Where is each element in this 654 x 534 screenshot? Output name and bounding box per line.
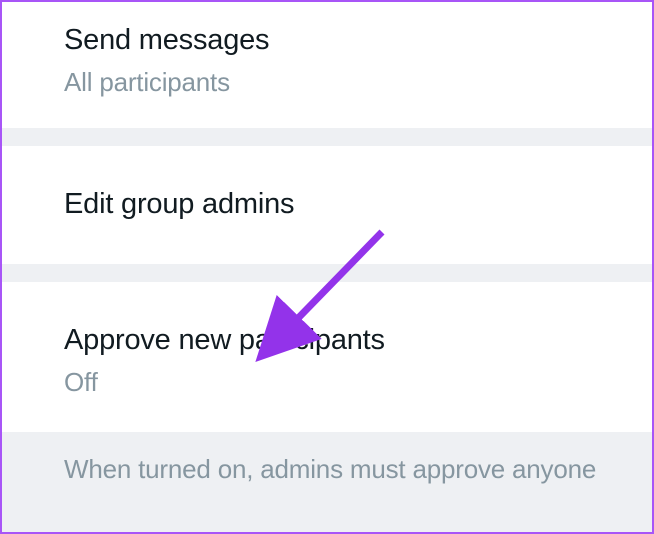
send-messages-title: Send messages bbox=[64, 22, 652, 60]
send-messages-value: All participants bbox=[64, 66, 652, 99]
send-messages-setting[interactable]: Send messages All participants bbox=[2, 2, 652, 128]
approve-new-participants-title: Approve new participants bbox=[64, 322, 652, 360]
approve-new-participants-setting[interactable]: Approve new participants Off bbox=[2, 282, 652, 432]
edit-group-admins-title: Edit group admins bbox=[64, 186, 652, 224]
section-divider bbox=[2, 128, 652, 146]
footer-text: When turned on, admins must approve anyo… bbox=[64, 454, 652, 485]
footer-description: When turned on, admins must approve anyo… bbox=[2, 432, 652, 507]
edit-group-admins-setting[interactable]: Edit group admins bbox=[2, 146, 652, 264]
approve-new-participants-value: Off bbox=[64, 366, 652, 399]
section-divider bbox=[2, 264, 652, 282]
